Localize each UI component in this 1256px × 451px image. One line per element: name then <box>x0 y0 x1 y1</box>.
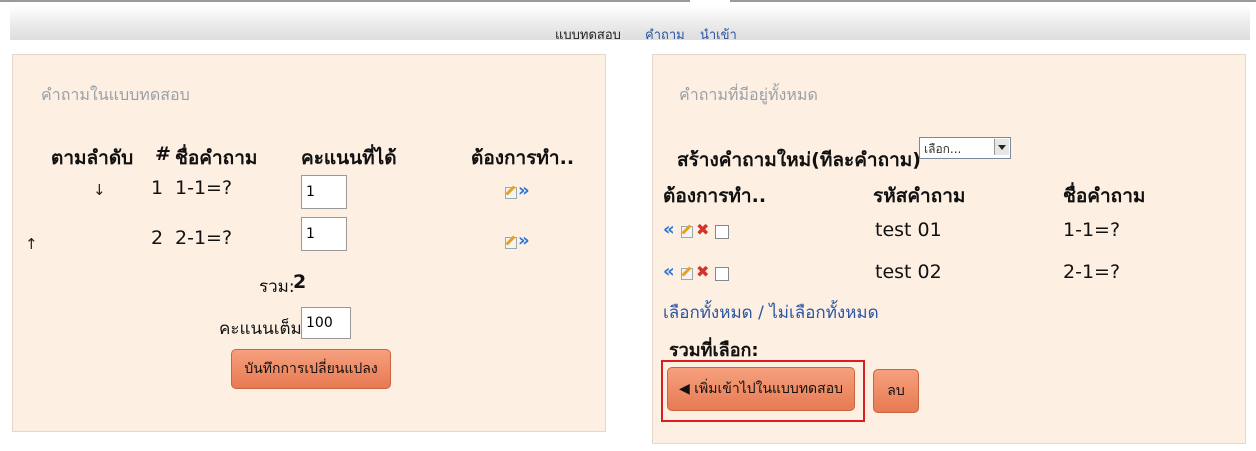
header-name: ชื่อคำถาม <box>175 147 258 169</box>
max-score-input[interactable] <box>301 307 351 339</box>
header-order: ตามลำดับ <box>51 147 134 169</box>
nav-item-quiz[interactable]: แบบทดสอบ <box>555 24 621 45</box>
move-left-icon[interactable]: « <box>663 263 675 281</box>
row-num: 1 <box>151 177 164 199</box>
quiz-questions-panel: คำถามในแบบทดสอบ ตามลำดับ # ชื่อคำถาม คะแ… <box>12 54 606 432</box>
nav-bar: แบบทดสอบ คำถาม นำเข้า <box>10 6 1250 43</box>
total-value: 2 <box>293 271 307 293</box>
header-num: # <box>155 143 171 165</box>
row-name: 2-1=? <box>175 227 233 249</box>
edit-icon[interactable] <box>681 268 693 280</box>
row-checkbox[interactable] <box>715 225 729 239</box>
edit-icon[interactable] <box>505 237 517 249</box>
delete-button[interactable]: ลบ <box>873 369 919 413</box>
header-name: ชื่อคำถาม <box>1063 185 1146 207</box>
move-up-icon[interactable]: ↑ <box>25 235 38 253</box>
header-action: ต้องการทำ.. <box>471 147 575 169</box>
panel-title: คำถามที่มีอยู่ทั้งหมด <box>679 85 818 104</box>
row-name: 2-1=? <box>1063 261 1121 283</box>
score-input[interactable] <box>301 217 347 251</box>
nav-item-import[interactable]: นำเข้า <box>700 24 737 45</box>
move-down-icon[interactable]: ↓ <box>93 181 106 199</box>
delete-icon[interactable]: ✖ <box>696 264 709 280</box>
edit-icon[interactable] <box>681 226 693 238</box>
row-code: test 02 <box>875 261 942 283</box>
delete-icon[interactable]: ✖ <box>696 222 709 238</box>
edit-icon[interactable] <box>505 187 517 199</box>
row-name: 1-1=? <box>175 177 233 199</box>
available-questions-panel: คำถามที่มีอยู่ทั้งหมด สร้างคำถามใหม่(ทีล… <box>652 54 1246 444</box>
row-num: 2 <box>151 227 164 249</box>
header-action: ต้องการทำ.. <box>663 185 767 207</box>
panel-title: คำถามในแบบทดสอบ <box>41 85 190 104</box>
header-code: รหัสคำถาม <box>873 185 966 207</box>
nav-item-questions[interactable]: คำถาม <box>645 24 685 45</box>
select-all-link[interactable]: เลือกทั้งหมด / ไม่เลือกทั้งหมด <box>663 299 879 326</box>
move-right-icon[interactable]: » <box>518 232 530 250</box>
create-question-select[interactable]: เลือก... <box>919 137 1011 159</box>
create-question-label: สร้างคำถามใหม่(ทีละคำถาม) <box>677 149 921 171</box>
row-name: 1-1=? <box>1063 219 1121 241</box>
move-left-icon[interactable]: « <box>663 221 675 239</box>
save-changes-button[interactable]: บันทึกการเปลี่ยนแปลง <box>231 349 391 389</box>
total-label: รวม: <box>259 277 295 297</box>
score-input[interactable] <box>301 175 347 209</box>
row-code: test 01 <box>875 219 942 241</box>
add-to-quiz-button[interactable]: ◀ เพิ่มเข้าไปในแบบทดสอบ <box>667 367 855 411</box>
row-checkbox[interactable] <box>715 267 729 281</box>
move-right-icon[interactable]: » <box>518 182 530 200</box>
header-score: คะแนนที่ได้ <box>301 147 397 169</box>
top-border <box>0 0 1256 2</box>
chevron-down-icon <box>994 139 1009 155</box>
max-score-label: คะแนนเต็ม: <box>219 319 308 339</box>
